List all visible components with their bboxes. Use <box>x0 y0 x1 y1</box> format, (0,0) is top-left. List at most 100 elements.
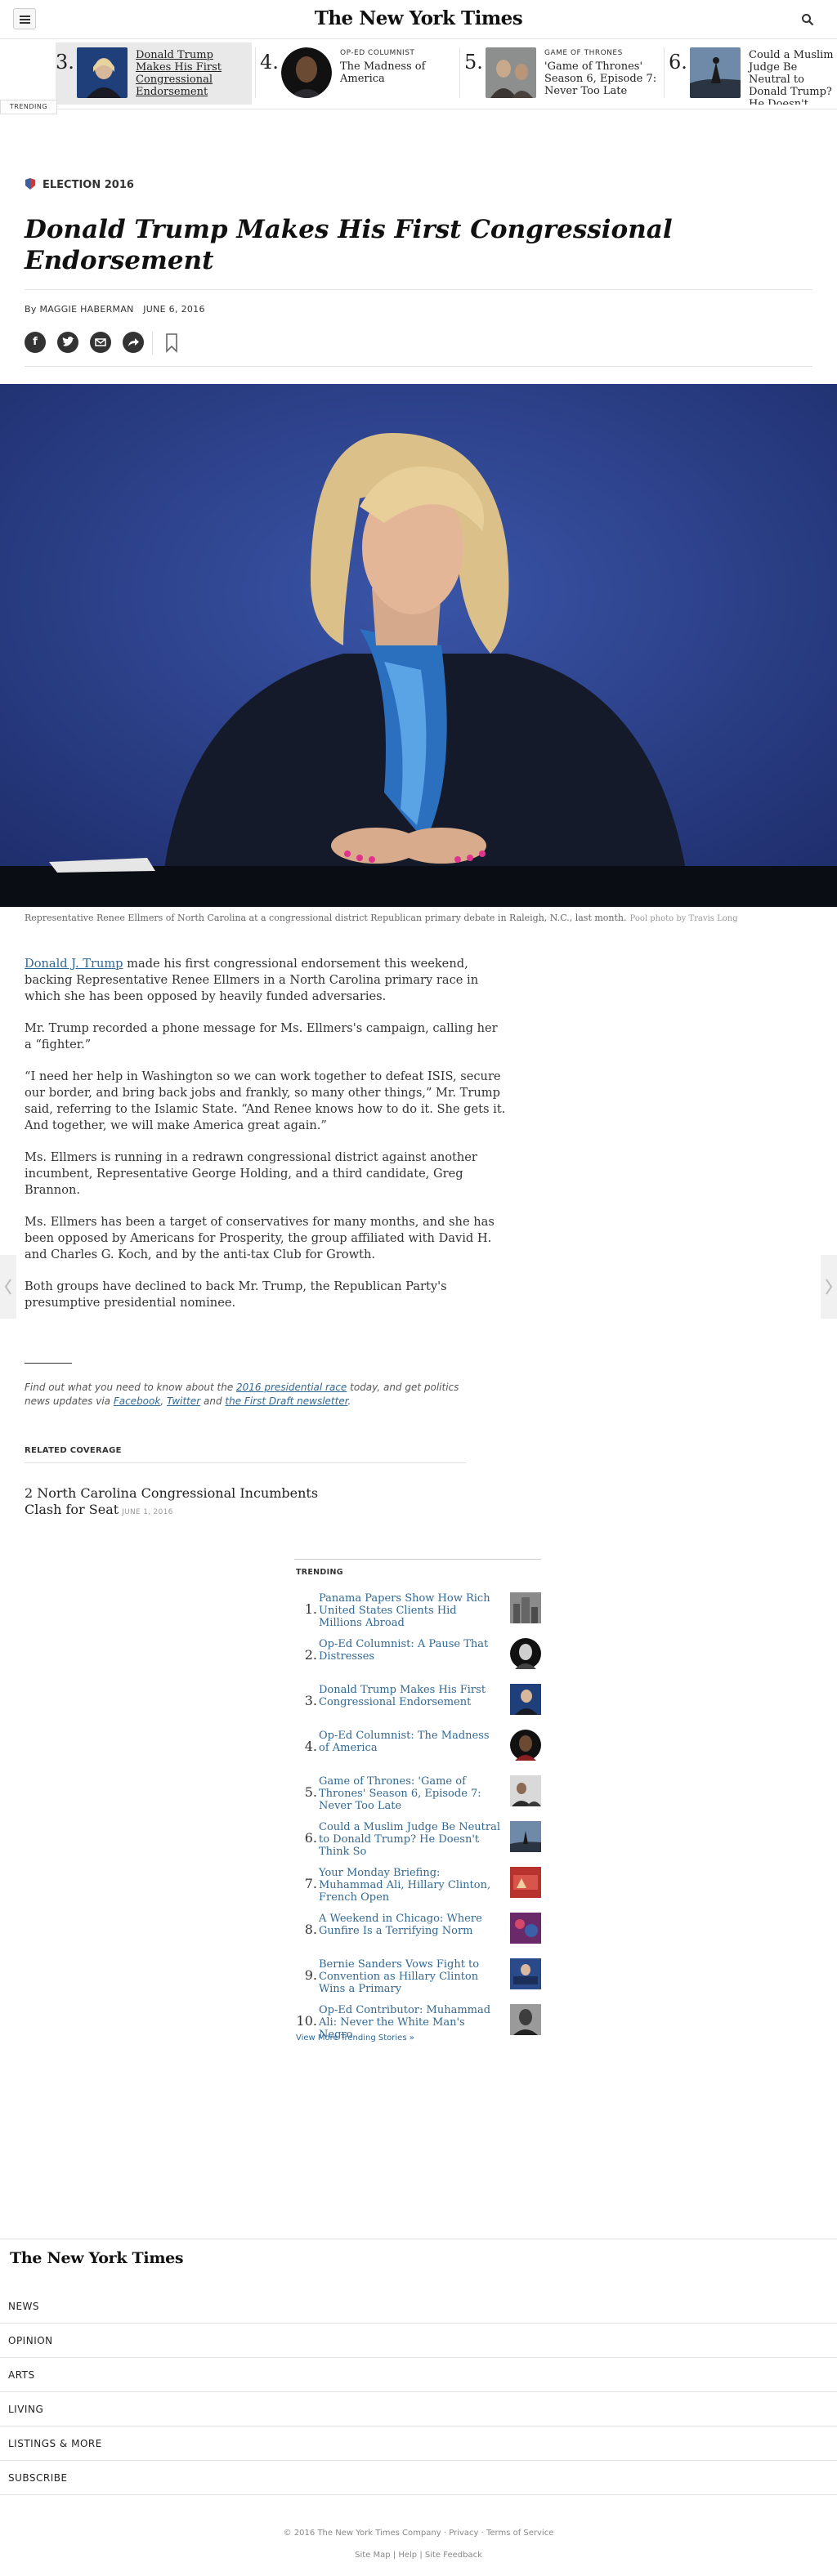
trending-title-link[interactable]: Could a Muslim Judge Be Neutral to Donal… <box>319 1821 500 1858</box>
footer-nav-living[interactable]: LIVING <box>0 2392 837 2426</box>
paragraph: Ms. Ellmers is running in a redrawn cong… <box>25 1150 477 1197</box>
trending-number: 6. <box>304 1830 317 1846</box>
site-map-link[interactable]: Site Map <box>355 2551 390 2560</box>
paragraph: Donald J. Trump made his first congressi… <box>25 956 507 1005</box>
footer-nav: NEWS OPINION ARTS LIVING LISTINGS & MORE… <box>0 2289 837 2495</box>
twitter-icon[interactable] <box>57 332 78 353</box>
trending-item[interactable]: 8. A Weekend in Chicago: Where Gunfire I… <box>294 1909 541 1947</box>
presidential-race-link[interactable]: 2016 presidential race <box>236 1382 347 1393</box>
strip-item[interactable]: 3. Donald Trump Makes His First Congress… <box>56 42 252 105</box>
strip-item[interactable]: 5. GAME OF THRONES 'Game of Thrones' Sea… <box>464 42 660 105</box>
search-icon[interactable] <box>801 13 814 26</box>
related-article-date: JUNE 1, 2016 <box>122 1508 173 1516</box>
first-draft-link[interactable]: the First Draft newsletter <box>225 1395 347 1407</box>
trending-title-link[interactable]: Your Monday Briefing: Muhammad Ali, Hill… <box>319 1867 500 1904</box>
article-body: Donald J. Trump made his first congressi… <box>25 956 507 1327</box>
footer-logo[interactable]: The New York Times <box>10 2249 184 2267</box>
trending-thumbnail <box>510 2004 541 2035</box>
trending-number: 7. <box>304 1876 317 1891</box>
paragraph: Ms. Ellmers has been a target of conserv… <box>25 1215 495 1261</box>
paragraph: Mr. Trump recorded a phone message for M… <box>25 1021 498 1051</box>
promo-divider <box>25 1363 72 1364</box>
trending-item[interactable]: 6. Could a Muslim Judge Be Neutral to Do… <box>294 1818 541 1858</box>
footer-nav-arts[interactable]: ARTS <box>0 2358 837 2392</box>
twitter-link[interactable]: Twitter <box>167 1395 200 1407</box>
footer-links-row: Site Map | Help | Site Feedback <box>355 2551 482 2560</box>
trending-thumbnail <box>510 1775 541 1806</box>
trending-title-link[interactable]: Op-Ed Columnist: The Madness of America <box>319 1730 500 1754</box>
trending-number: 8. <box>304 1922 317 1937</box>
strip-kicker: GAME OF THRONES <box>544 49 623 57</box>
terms-link[interactable]: Terms of Service <box>486 2529 553 2538</box>
facebook-link[interactable]: Facebook <box>114 1395 161 1407</box>
trending-title-link[interactable]: A Weekend in Chicago: Where Gunfire Is a… <box>319 1913 500 1937</box>
strip-title: The Madness of America <box>340 60 426 85</box>
footer-copyright-row: © 2016 The New York Times Company · Priv… <box>283 2529 554 2538</box>
strip-item[interactable]: 4. OP-ED COLUMNIST The Madness of Americ… <box>260 42 456 105</box>
trending-thumbnail <box>510 1958 541 1989</box>
trending-item[interactable]: 2. Op-Ed Columnist: A Pause That Distres… <box>294 1635 541 1672</box>
trending-number: 9. <box>304 1967 317 1983</box>
share-icon[interactable] <box>123 332 144 353</box>
trending-number: 2. <box>304 1647 317 1663</box>
site-logo[interactable]: The New York Times <box>0 7 837 29</box>
trending-number: 4. <box>304 1739 317 1754</box>
promo-text: and <box>200 1395 226 1407</box>
footer-nav-news[interactable]: NEWS <box>0 2289 837 2324</box>
strip-number: 6. <box>669 51 687 74</box>
trending-number: 3. <box>304 1693 317 1708</box>
section-tag[interactable]: ELECTION 2016 <box>25 178 134 194</box>
election-flag-icon <box>25 178 35 190</box>
trending-thumbnail <box>510 1913 541 1944</box>
trending-title-link[interactable]: Bernie Sanders Vows Fight to Convention … <box>319 1958 500 1995</box>
paragraph: “I need her help in Washington so we can… <box>25 1069 506 1132</box>
trending-item[interactable]: 4. Op-Ed Columnist: The Madness of Ameri… <box>294 1726 541 1764</box>
trending-thumbnail <box>510 1867 541 1898</box>
footer-nav-listings[interactable]: LISTINGS & MORE <box>0 2426 837 2461</box>
strip-number: 5. <box>464 51 483 74</box>
trending-label[interactable]: TRENDING <box>0 100 57 114</box>
strip-divider <box>255 47 256 98</box>
next-article-arrow[interactable] <box>821 1255 837 1319</box>
trump-topic-link[interactable]: Donald J. Trump <box>25 957 123 971</box>
trending-item[interactable]: 5. Game of Thrones: 'Game of Thrones' Se… <box>294 1772 541 1812</box>
footer-nav-subscribe[interactable]: SUBSCRIBE <box>0 2461 837 2495</box>
strip-number: 4. <box>260 51 279 74</box>
strip-title: Donald Trump Makes His First Congression… <box>136 49 222 98</box>
privacy-link[interactable]: Privacy <box>449 2529 478 2538</box>
trending-title: TRENDING <box>296 1568 343 1577</box>
help-link[interactable]: Help <box>398 2551 417 2560</box>
lead-photo <box>0 384 837 907</box>
trending-item[interactable]: 1. Panama Papers Show How Rich United St… <box>294 1589 541 1629</box>
trending-item[interactable]: 9. Bernie Sanders Vows Fight to Conventi… <box>294 1955 541 1995</box>
byline-date: JUNE 6, 2016 <box>143 304 205 315</box>
strip-thumbnail <box>486 47 536 98</box>
article-headline: Donald Trump Makes His First Congression… <box>25 215 673 275</box>
trending-item[interactable]: 3. Donald Trump Makes His First Congress… <box>294 1681 541 1718</box>
related-divider <box>25 1462 466 1463</box>
bookmark-icon[interactable] <box>165 333 178 353</box>
email-icon[interactable] <box>90 332 111 353</box>
chevron-right-icon <box>826 1279 833 1295</box>
promo-text: . <box>347 1395 351 1407</box>
trending-item[interactable]: 7. Your Monday Briefing: Muhammad Ali, H… <box>294 1864 541 1904</box>
related-article-link[interactable]: 2 North Carolina Congressional Incumbent… <box>25 1485 351 1520</box>
related-coverage-title: RELATED COVERAGE <box>25 1446 122 1455</box>
view-more-trending-link[interactable]: View More Trending Stories » <box>296 2034 414 2042</box>
trending-number: 5. <box>304 1784 317 1800</box>
footer-nav-opinion[interactable]: OPINION <box>0 2324 837 2358</box>
strip-item[interactable]: 6. Could a Muslim Judge Be Neutral to Do… <box>669 42 837 105</box>
site-feedback-link[interactable]: Site Feedback <box>425 2551 482 2560</box>
trending-thumbnail <box>510 1638 541 1669</box>
trending-thumbnail <box>510 1592 541 1623</box>
trending-title-link[interactable]: Op-Ed Columnist: A Pause That Distresses <box>319 1638 500 1663</box>
byline-author[interactable]: By MAGGIE HABERMAN <box>25 304 134 315</box>
trending-title-link[interactable]: Panama Papers Show How Rich United State… <box>319 1592 500 1629</box>
strip-kicker: OP-ED COLUMNIST <box>340 49 415 57</box>
previous-article-arrow[interactable] <box>0 1255 16 1319</box>
trending-title-link[interactable]: Game of Thrones: 'Game of Thrones' Seaso… <box>319 1775 500 1812</box>
trending-title-link[interactable]: Donald Trump Makes His First Congression… <box>319 1684 500 1708</box>
trending-thumbnail <box>510 1821 541 1852</box>
trending-thumbnail <box>510 1684 541 1715</box>
facebook-icon[interactable]: f <box>25 332 46 353</box>
